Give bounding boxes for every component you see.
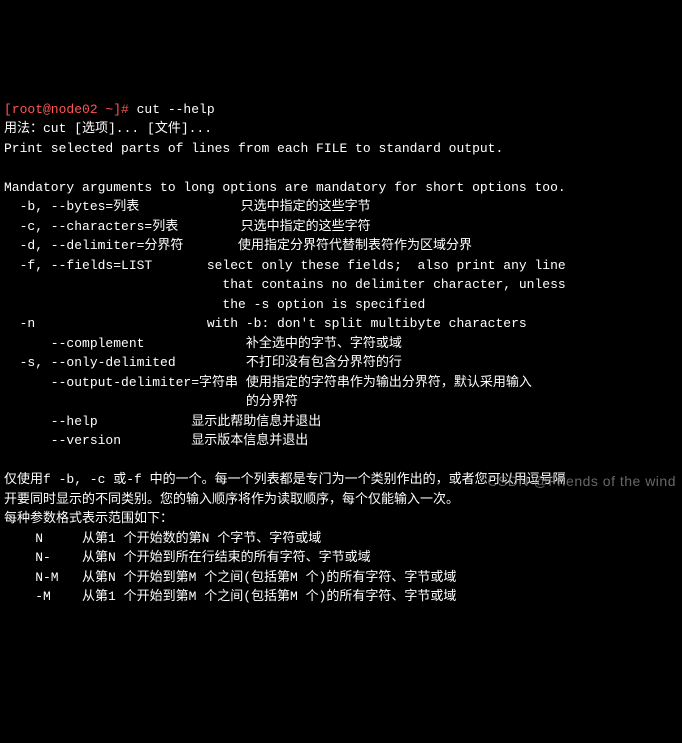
option-fields-2: that contains no delimiter character, un… <box>4 277 566 292</box>
option-version: --version 显示版本信息并退出 <box>4 433 308 448</box>
option-help: --help 显示此帮助信息并退出 <box>4 414 321 429</box>
option-output-delimiter-1: --output-delimiter=字符串 使用指定的字符串作为输出分界符，默… <box>4 375 532 390</box>
range-n-m: N-M 从第N 个开始到第M 个之间(包括第M 个)的所有字符、字节或域 <box>4 570 456 585</box>
watermark-text: CSDN @Friends of the wind <box>487 471 676 492</box>
option-n: -n with -b: don't split multibyte charac… <box>4 316 527 331</box>
option-bytes: -b, --bytes=列表 只选中指定的这些字节 <box>4 199 371 214</box>
option-only-delimited: -s, --only-delimited 不打印没有包含分界符的行 <box>4 355 402 370</box>
command-text: cut --help <box>137 102 215 117</box>
option-output-delimiter-2: 的分界符 <box>4 394 298 409</box>
note-line-3: 每种参数格式表示范围如下： <box>4 511 173 526</box>
prompt-user-host: [root@node02 ~]# <box>4 102 137 117</box>
range-n-dash: N- 从第N 个开始到所在行结束的所有字符、字节或域 <box>4 550 371 565</box>
option-fields-3: the -s option is specified <box>4 297 425 312</box>
option-delimiter: -d, --delimiter=分界符 使用指定分界符代替制表符作为区域分界 <box>4 238 472 253</box>
description-line: Print selected parts of lines from each … <box>4 141 503 156</box>
range-dash-m: -M 从第1 个开始到第M 个之间(包括第M 个)的所有字符、字节或域 <box>4 589 456 604</box>
option-complement: --complement 补全选中的字节、字符或域 <box>4 336 402 351</box>
mandatory-line: Mandatory arguments to long options are … <box>4 180 566 195</box>
option-characters: -c, --characters=列表 只选中指定的这些字符 <box>4 219 371 234</box>
range-n: N 从第1 个开始数的第N 个字节、字符或域 <box>4 531 321 546</box>
terminal-output: [root@node02 ~]# cut --help 用法：cut [选项].… <box>4 80 678 607</box>
option-fields-1: -f, --fields=LIST select only these fiel… <box>4 258 566 273</box>
note-line-2: 开要同时显示的不同类别。您的输入顺序将作为读取顺序，每个仅能输入一次。 <box>4 492 459 507</box>
note-line-1: 仅使用f -b, -c 或-f 中的一个。每一个列表都是专门为一个类别作出的，或… <box>4 472 566 487</box>
prompt-line: [root@node02 ~]# cut --help <box>4 102 215 117</box>
usage-line: 用法：cut [选项]... [文件]... <box>4 121 212 136</box>
